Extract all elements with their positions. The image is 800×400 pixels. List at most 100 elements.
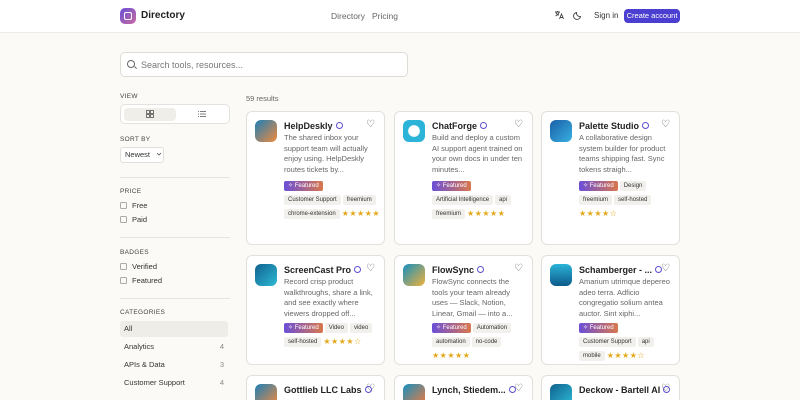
price-free-label: Free	[132, 201, 148, 210]
heart-icon[interactable]: ♡	[366, 263, 375, 274]
nav-directory[interactable]: Directory	[331, 11, 365, 21]
tag[interactable]: Artificial Intelligence	[432, 195, 494, 205]
star-filled-icon: ★	[622, 351, 630, 360]
category-all[interactable]: All	[120, 321, 228, 337]
price-free-checkbox[interactable]: Free	[120, 201, 147, 210]
tool-description: The shared inbox your support team will …	[284, 133, 368, 174]
sort-select[interactable]: Newest	[120, 147, 164, 163]
featured-badge: ✧ Featured	[284, 323, 323, 333]
tag[interactable]: api	[495, 195, 512, 205]
category-label: Analytics	[124, 342, 155, 351]
star-filled-icon: ★	[579, 209, 587, 218]
tag[interactable]: no-code	[471, 337, 502, 347]
heart-icon[interactable]: ♡	[514, 263, 523, 274]
featured-label: Featured	[294, 183, 319, 189]
tool-name[interactable]: HelpDeskly	[284, 121, 343, 131]
tag[interactable]: freemium	[579, 195, 613, 205]
tag[interactable]: freemium	[432, 209, 466, 219]
tag[interactable]: chrome-extension	[284, 209, 340, 219]
tool-logo-icon	[403, 264, 425, 286]
star-rating: ★★★★☆	[323, 337, 361, 346]
heart-icon[interactable]: ♡	[514, 383, 523, 394]
tool-card[interactable]: Palette Studio ♡ A collaborative design sy…	[541, 111, 680, 245]
tool-logo-icon	[403, 120, 425, 142]
heart-icon[interactable]: ♡	[661, 119, 670, 130]
category-apis-data[interactable]: APIs & Data 3	[120, 357, 228, 373]
tag[interactable]: self-hosted	[614, 195, 652, 205]
category-customer-support[interactable]: Customer Support 4	[120, 375, 228, 391]
create-account-button[interactable]: Create account	[624, 9, 680, 23]
tool-name[interactable]: ScreenCast Pro	[284, 265, 362, 275]
tool-card[interactable]: FlowSync ♡ FlowSync connects the tools you…	[394, 255, 533, 365]
star-filled-icon: ★	[323, 337, 332, 346]
star-filled-icon: ★	[432, 351, 440, 360]
brand-name[interactable]: Directory	[141, 10, 185, 21]
heart-icon[interactable]: ♡	[661, 263, 670, 274]
price-paid-checkbox[interactable]: Paid	[120, 215, 147, 224]
tool-name[interactable]: Palette Studio	[579, 121, 650, 131]
tool-logo-icon	[255, 384, 277, 400]
tool-name[interactable]: FlowSync	[432, 265, 485, 275]
tag[interactable]: Design	[619, 181, 647, 191]
heart-icon[interactable]: ♡	[366, 119, 375, 130]
featured-badge: ✧ Featured	[284, 181, 323, 191]
star-rating: ★★★★★	[342, 209, 380, 218]
tag[interactable]: automation	[432, 337, 470, 347]
tool-card[interactable]: Gottlieb LLC Labs ♡	[246, 375, 385, 400]
tag[interactable]: Customer Support	[284, 195, 341, 205]
tool-name-text: ScreenCast Pro	[284, 265, 352, 275]
heart-icon[interactable]: ♡	[661, 383, 670, 394]
tool-card[interactable]: Lynch, Stiedem... ♡	[394, 375, 533, 400]
tag[interactable]: Customer Support	[579, 337, 636, 347]
results-count: 59 results	[246, 94, 279, 103]
tool-name[interactable]: ChatForge	[432, 121, 487, 131]
star-filled-icon: ★	[447, 351, 456, 360]
featured-label: Featured	[442, 183, 467, 189]
tool-card[interactable]: HelpDeskly ♡ The shared inbox your support…	[246, 111, 385, 245]
sparkle-icon: ✧	[288, 325, 295, 331]
tag[interactable]: Automation	[472, 323, 512, 333]
tag[interactable]: self-hosted	[284, 337, 322, 347]
heart-icon[interactable]: ♡	[514, 119, 523, 130]
tag[interactable]: mobile	[579, 351, 605, 361]
search-input[interactable]: Search tools, resources...	[120, 52, 408, 77]
tool-name[interactable]: Deckow - Bartell AI	[579, 385, 671, 395]
star-filled-icon: ★	[467, 209, 475, 218]
sidebar-divider	[120, 298, 230, 299]
sort-title: SORT BY	[120, 136, 151, 143]
tool-card[interactable]: Deckow - Bartell AI ♡	[541, 375, 680, 400]
tool-name[interactable]: Gottlieb LLC Labs	[284, 385, 372, 395]
category-analytics[interactable]: Analytics 4	[120, 339, 228, 355]
heart-icon[interactable]: ♡	[366, 383, 375, 394]
top-header: Directory Directory Pricing Sign in Crea…	[0, 0, 800, 33]
tool-name[interactable]: Schamberger - ...	[579, 265, 663, 275]
star-filled-icon: ★	[614, 351, 623, 360]
moon-icon[interactable]	[573, 10, 583, 22]
logo-icon[interactable]	[120, 8, 136, 24]
tag[interactable]: api	[637, 337, 654, 347]
tag[interactable]: video	[349, 323, 373, 333]
grid-view-button[interactable]	[124, 108, 176, 121]
tool-card[interactable]: Schamberger - ... ♡ Amarium utrimque deper…	[541, 255, 680, 365]
tool-description: A collaborative design system builder fo…	[579, 133, 666, 174]
badge-verified-checkbox[interactable]: Verified	[120, 262, 157, 271]
tool-card[interactable]: ChatForge ♡ Build and deploy a custom AI s…	[394, 111, 533, 245]
featured-label: Featured	[294, 325, 319, 331]
translate-icon[interactable]	[554, 10, 564, 22]
tool-card[interactable]: ScreenCast Pro ♡ Record crisp product walk…	[246, 255, 385, 365]
tool-name-text: Gottlieb LLC Labs	[284, 385, 362, 395]
badge-featured-checkbox[interactable]: Featured	[120, 276, 162, 285]
star-filled-icon: ★	[349, 209, 358, 218]
view-title: VIEW	[120, 93, 138, 100]
tag[interactable]: freemium	[342, 195, 376, 205]
list-view-button[interactable]	[176, 108, 228, 121]
sign-in-link[interactable]: Sign in	[594, 11, 618, 20]
tag-list: ✧ Featured Designfreemium self-hosted★★★★☆	[579, 180, 676, 218]
tag[interactable]: Video	[324, 323, 348, 333]
star-rating: ★★★★☆	[579, 209, 617, 218]
tool-name[interactable]: Lynch, Stiedem...	[432, 385, 516, 395]
nav-pricing[interactable]: Pricing	[372, 11, 398, 21]
star-filled-icon: ★	[462, 351, 471, 360]
verified-badge-icon	[335, 122, 343, 129]
featured-badge: ✧ Featured	[432, 323, 471, 333]
